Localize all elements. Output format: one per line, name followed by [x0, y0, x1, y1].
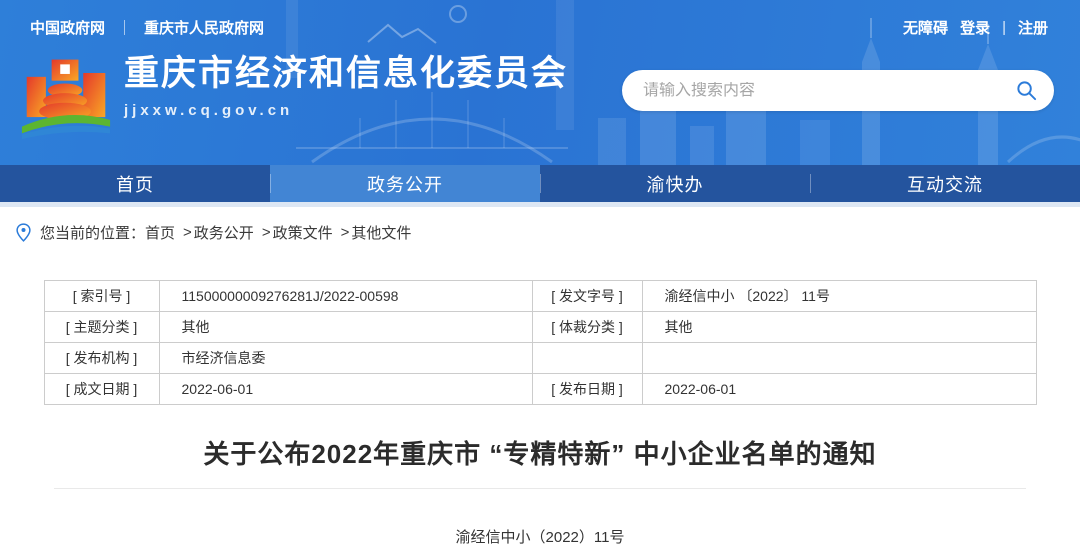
top-bar: 中国政府网 ｜ 重庆市人民政府网 无障碍 登录 | 注册 [0, 0, 1080, 46]
meta-value-doc-symbol: 渝经信中小 〔2022〕 11号 [642, 281, 1036, 312]
document-number: 渝经信中小（2022）11号 [0, 526, 1080, 547]
breadcrumb-other-files[interactable]: 其他文件 [351, 222, 411, 243]
top-bar-links: 中国政府网 ｜ 重庆市人民政府网 [30, 17, 264, 38]
search-icon[interactable] [1015, 79, 1038, 102]
breadcrumb-home[interactable]: 首页 [145, 222, 175, 243]
top-bar-separator: ｜ [117, 17, 132, 38]
nav-item-yukuaiban[interactable]: 渝快办 [540, 165, 810, 202]
table-row: [ 成文日期 ] 2022-06-01 [ 发布日期 ] 2022-06-01 [44, 374, 1036, 405]
search-input[interactable] [643, 82, 1015, 100]
brand-text: 重庆市经济和信息化委员会 jjxxw.cq.gov.cn [124, 50, 568, 119]
meta-value-index-number: 11500000009276281J/2022-00598 [159, 281, 532, 312]
table-row: [ 主题分类 ] 其他 [ 体裁分类 ] 其他 [44, 312, 1036, 343]
table-row: [ 发布机构 ] 市经济信息委 [44, 343, 1036, 374]
breadcrumb-prefix: 您当前的位置： [40, 222, 145, 243]
document-meta-table: [ 索引号 ] 11500000009276281J/2022-00598 [ … [44, 280, 1037, 405]
page: 中国政府网 ｜ 重庆市人民政府网 无障碍 登录 | 注册 [0, 0, 1080, 552]
search-box [622, 70, 1054, 111]
site-name[interactable]: 重庆市经济和信息化委员会 [124, 54, 568, 94]
site-header: 中国政府网 ｜ 重庆市人民政府网 无障碍 登录 | 注册 [0, 0, 1080, 165]
meta-label-empty [532, 343, 642, 374]
nav-item-home[interactable]: 首页 [0, 165, 270, 202]
breadcrumb-gov-disclosure[interactable]: 政务公开 [194, 222, 254, 243]
meta-value-written-date: 2022-06-01 [159, 374, 532, 405]
auth-separator: | [1002, 19, 1006, 36]
accessibility-link[interactable]: 无障碍 [903, 17, 948, 38]
meta-value-genre-category: 其他 [642, 312, 1036, 343]
meta-value-subject-category: 其他 [159, 312, 532, 343]
link-chongqing-gov[interactable]: 重庆市人民政府网 [144, 17, 264, 38]
location-pin-icon [16, 223, 31, 242]
top-bar-actions: 无障碍 登录 | 注册 [903, 17, 1048, 38]
meta-label-index-number: [ 索引号 ] [44, 281, 159, 312]
meta-label-written-date: [ 成文日期 ] [44, 374, 159, 405]
main-nav: 首页 政务公开 渝快办 互动交流 [0, 165, 1080, 202]
breadcrumb-separator: > [183, 224, 192, 241]
meta-label-doc-symbol: [ 发文字号 ] [532, 281, 642, 312]
breadcrumb-separator: > [341, 224, 350, 241]
meta-value-publish-date: 2022-06-01 [642, 374, 1036, 405]
article-title: 关于公布2022年重庆市 “专精特新” 中小企业名单的通知 [0, 434, 1080, 471]
meta-value-issuing-agency: 市经济信息委 [159, 343, 532, 374]
site-url: jjxxw.cq.gov.cn [124, 102, 568, 119]
breadcrumb: 您当前的位置： 首页 > 政务公开 > 政策文件 > 其他文件 [0, 207, 1080, 256]
meta-label-publish-date: [ 发布日期 ] [532, 374, 642, 405]
meta-label-issuing-agency: [ 发布机构 ] [44, 343, 159, 374]
meta-value-empty [642, 343, 1036, 374]
breadcrumb-policy-files[interactable]: 政策文件 [273, 222, 333, 243]
breadcrumb-separator: > [262, 224, 271, 241]
register-link[interactable]: 注册 [1018, 17, 1048, 38]
table-row: [ 索引号 ] 11500000009276281J/2022-00598 [ … [44, 281, 1036, 312]
link-china-gov[interactable]: 中国政府网 [30, 17, 105, 38]
meta-label-subject-category: [ 主题分类 ] [44, 312, 159, 343]
meta-label-genre-category: [ 体裁分类 ] [532, 312, 642, 343]
nav-item-interaction[interactable]: 互动交流 [810, 165, 1080, 202]
nav-item-gov-disclosure[interactable]: 政务公开 [270, 165, 540, 202]
site-logo-icon[interactable] [20, 50, 112, 142]
login-link[interactable]: 登录 [960, 17, 990, 38]
title-divider [54, 488, 1026, 489]
